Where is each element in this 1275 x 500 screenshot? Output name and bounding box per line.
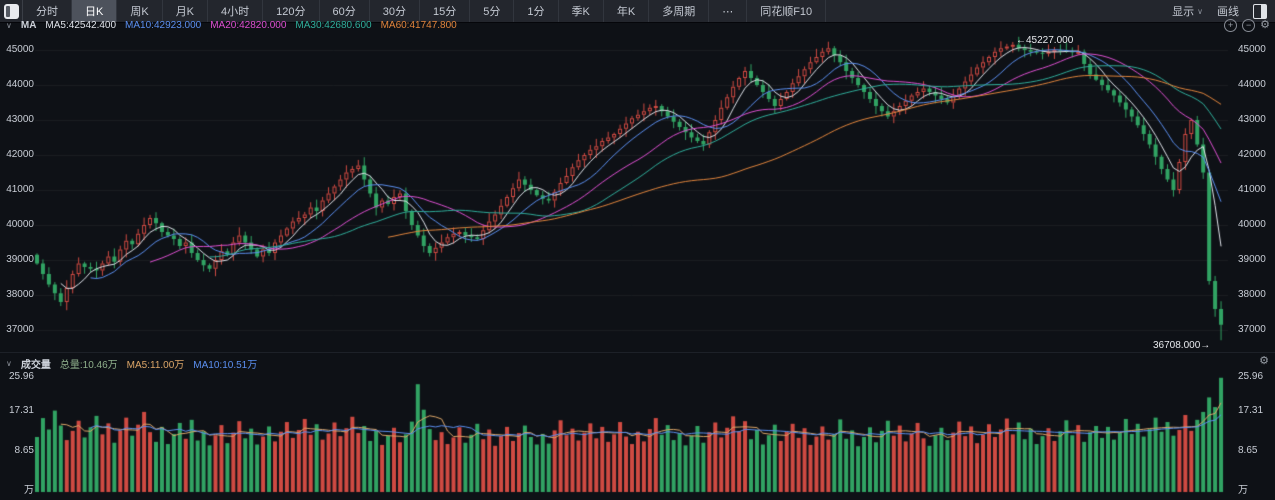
tab-120min[interactable]: 120分 <box>263 0 319 22</box>
layout-icon-glyph <box>4 4 19 19</box>
volume-axis-label: 25.96 <box>1238 371 1272 382</box>
volume-ma5-value: MA5:11.00万 <box>127 356 185 371</box>
volume-axis-unit: 万 <box>2 481 34 496</box>
price-axis-label: 41000 <box>1238 184 1272 195</box>
pane-divider <box>0 352 1275 353</box>
price-axis-label: 37000 <box>2 324 34 335</box>
volume-total-value: 总量:10.46万 <box>60 356 118 371</box>
tab-ths-f10[interactable]: 同花顺F10 <box>747 0 826 22</box>
volume-axis-label: 17.31 <box>2 405 34 416</box>
tab-30min[interactable]: 30分 <box>370 0 420 22</box>
draw-line-button[interactable]: 画线 <box>1217 3 1239 19</box>
collapse-ma-icon[interactable]: ∨ <box>6 21 12 30</box>
ma-legend-title: MA <box>21 20 37 31</box>
price-axis-label: 40000 <box>2 219 34 230</box>
price-axis-label: 45000 <box>1238 44 1272 55</box>
tab-5min[interactable]: 5分 <box>470 0 514 22</box>
price-axis-label: 38000 <box>1238 289 1272 300</box>
tab-60min[interactable]: 60分 <box>320 0 370 22</box>
price-axis-label: 44000 <box>1238 79 1272 90</box>
price-legend: ∨ MA MA5:42542.400 MA10:42923.000 MA20:4… <box>6 20 457 31</box>
volume-settings-gear-icon[interactable]: ⚙ <box>1259 356 1269 367</box>
ma30-value: MA30:42680.600 <box>295 20 371 31</box>
price-axis-label: 41000 <box>2 184 34 195</box>
display-dropdown[interactable]: 显示 ∨ <box>1172 3 1203 19</box>
tab-weekly-k[interactable]: 周K <box>117 0 162 22</box>
volume-pane-tools: ⚙ <box>1259 356 1269 367</box>
draw-line-label: 画线 <box>1217 3 1239 19</box>
volume-axis-label: 25.96 <box>2 371 34 382</box>
volume-axis-label: 17.31 <box>1238 405 1272 416</box>
zoom-out-icon[interactable]: − <box>1242 19 1255 32</box>
tab-1min[interactable]: 1分 <box>514 0 558 22</box>
layout-icon[interactable] <box>0 0 23 22</box>
price-axis-label: 42000 <box>2 149 34 160</box>
volume-ma10-value: MA10:10.51万 <box>193 356 257 371</box>
zoom-in-icon[interactable]: + <box>1224 19 1237 32</box>
price-settings-gear-icon[interactable]: ⚙ <box>1260 20 1270 31</box>
tab-timeshare[interactable]: 分时 <box>23 0 72 22</box>
price-axis-label: 44000 <box>2 79 34 90</box>
panel-toggle-icon[interactable] <box>1253 4 1267 19</box>
tab-monthly-k[interactable]: 月K <box>163 0 208 22</box>
display-dropdown-label: 显示 <box>1172 3 1194 19</box>
volume-legend: ∨ 成交量 总量:10.46万 MA5:11.00万 MA10:10.51万 <box>6 356 257 371</box>
price-axis-label: 42000 <box>1238 149 1272 160</box>
price-axis-label: 43000 <box>1238 114 1272 125</box>
price-axis-label: 45000 <box>2 44 34 55</box>
tab-quarterly-k[interactable]: 季K <box>559 0 604 22</box>
tab-multi-period[interactable]: 多周期 <box>649 0 709 22</box>
tab-yearly-k[interactable]: 年K <box>604 0 649 22</box>
ma60-value: MA60:41747.800 <box>381 20 457 31</box>
price-axis-label: 38000 <box>2 289 34 300</box>
volume-chart-canvas[interactable] <box>0 368 1275 494</box>
ma20-value: MA20:42820.000 <box>210 20 286 31</box>
price-pane-tools: + − ⚙ <box>1224 19 1270 32</box>
collapse-volume-icon[interactable]: ∨ <box>6 359 12 368</box>
tab-4hour[interactable]: 4小时 <box>208 0 263 22</box>
tab-daily-k[interactable]: 日K <box>72 0 117 22</box>
price-axis-label: 40000 <box>1238 219 1272 230</box>
ma10-value: MA10:42923.000 <box>125 20 201 31</box>
ma5-value: MA5:42542.400 <box>45 20 116 31</box>
volume-axis-unit: 万 <box>1238 481 1272 496</box>
chevron-down-icon: ∨ <box>1197 7 1203 16</box>
low-annotation: 36708.000→ <box>1153 340 1210 351</box>
volume-axis-label: 8.65 <box>2 445 34 456</box>
trading-chart-app: 分时 日K 周K 月K 4小时 120分 60分 30分 15分 5分 1分 季… <box>0 0 1275 500</box>
high-annotation: ←45227.000 <box>1016 35 1073 46</box>
volume-axis-label: 8.65 <box>1238 445 1272 456</box>
tab-15min[interactable]: 15分 <box>420 0 470 22</box>
price-axis-label: 37000 <box>1238 324 1272 335</box>
price-chart-canvas[interactable] <box>0 34 1275 352</box>
volume-legend-title: 成交量 <box>21 356 51 371</box>
price-axis-label: 39000 <box>1238 254 1272 265</box>
price-axis-label: 43000 <box>2 114 34 125</box>
more-periods-button[interactable]: ⋯ <box>709 0 747 22</box>
price-axis-label: 39000 <box>2 254 34 265</box>
